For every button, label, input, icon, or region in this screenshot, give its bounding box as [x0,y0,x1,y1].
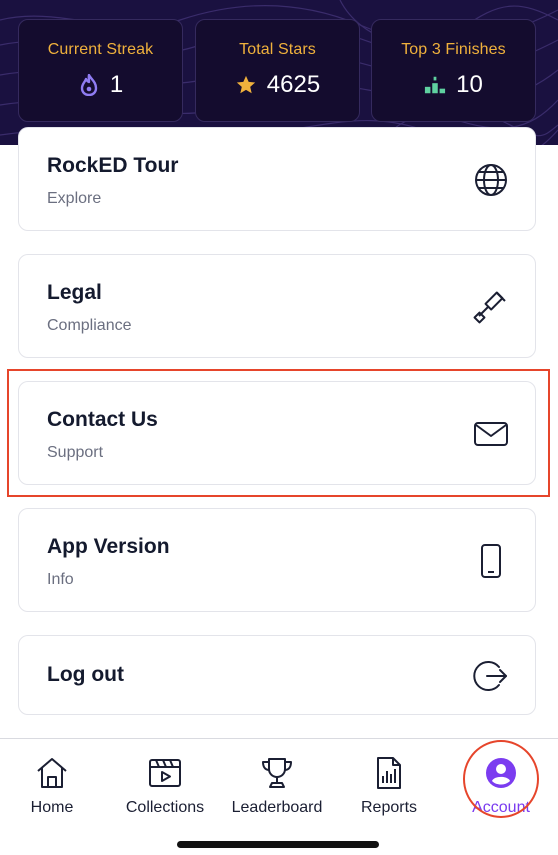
nav-label: Leaderboard [231,799,323,816]
account-icon [483,755,519,791]
nav-leaderboard[interactable]: Leaderboard [222,755,332,819]
stat-top-3-finishes: Top 3 Finishes 10 [371,19,536,122]
logout-icon [473,658,509,694]
menu-item-legal[interactable]: Legal Compliance [18,254,536,358]
stat-label: Current Streak [47,41,154,58]
nav-label: Reports [360,799,418,816]
menu-item-title: RockED Tour [47,154,179,177]
nav-account[interactable]: Account [446,755,556,819]
nav-reports[interactable]: Reports [334,755,444,819]
menu-item-title: Contact Us [47,408,158,431]
menu-item-title: App Version [47,535,170,558]
stats-header: Current Streak 1 Total Stars 4625 Top 3 … [0,0,558,145]
report-icon [371,755,407,791]
menu-item-subtitle: Info [47,571,74,588]
star-icon [235,74,257,96]
stat-value: 4625 [266,71,321,98]
menu-item-rocked-tour[interactable]: RockED Tour Explore [18,127,536,231]
menu-item-subtitle: Support [47,444,104,461]
nav-home[interactable]: Home [0,755,107,819]
stat-value: 1 [109,71,124,98]
gavel-icon [473,289,509,325]
menu-item-app-version[interactable]: App Version Info [18,508,536,612]
podium-icon [424,74,446,96]
phone-icon [473,543,509,579]
stat-label: Total Stars [239,41,316,58]
flame-icon [78,74,100,96]
clapperboard-icon [147,755,183,791]
menu-item-contact-us[interactable]: Contact Us Support [18,381,536,485]
trophy-icon [259,755,295,791]
globe-icon [473,162,509,198]
stat-value: 10 [456,71,483,98]
bottom-navigation: Home Collections Leaderboard Reports Acc… [0,738,558,855]
envelope-icon [473,416,509,452]
nav-label: Collections [125,799,205,816]
nav-label: Account [472,799,530,816]
menu-item-subtitle: Explore [47,190,102,207]
menu-item-subtitle: Compliance [47,317,132,334]
nav-collections[interactable]: Collections [110,755,220,819]
stat-current-streak: Current Streak 1 [18,19,183,122]
stat-label: Top 3 Finishes [401,41,506,58]
nav-label: Home [30,799,74,816]
home-icon [34,755,70,791]
menu-item-log-out[interactable]: Log out [18,635,536,715]
menu-item-title: Log out [47,663,124,686]
menu-item-title: Legal [47,281,102,304]
home-indicator[interactable] [177,841,379,848]
stat-total-stars: Total Stars 4625 [195,19,360,122]
